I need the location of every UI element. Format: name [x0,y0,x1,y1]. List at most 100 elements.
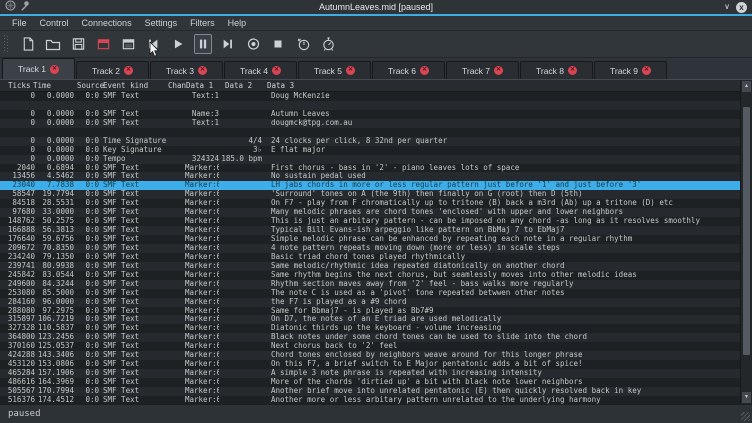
cell-time: 157.1906 [35,369,74,378]
cell-data2 [219,110,262,119]
pause-button[interactable] [194,34,212,54]
tab-close-icon[interactable]: ✕ [346,66,355,75]
table-row[interactable]: 8451828.55310:0SMF TextMarker:6On F7 - p… [0,199,740,208]
table-row[interactable]: 28808097.29750:0SMF TextMarker:6Same for… [0,307,740,316]
tab-close-icon[interactable]: ✕ [568,66,577,75]
play-button[interactable] [169,34,187,54]
tab-close-icon[interactable]: ✕ [272,66,281,75]
tab-track-8[interactable]: Track 8✕ [520,61,593,79]
tab-close-icon[interactable]: ✕ [124,66,133,75]
table-row[interactable]: 00.00000:0SMF TextText:1Doug McKenzie [0,92,740,101]
record-button[interactable] [244,34,262,54]
cell-time: 97.2975 [35,307,74,316]
close-file-red-button[interactable] [94,34,112,54]
cell-source: 0:0 [74,387,99,396]
table-row[interactable]: 505567170.79940:0SMF TextMarker:6Another… [0,387,740,396]
table-row[interactable]: 00.00000:0Key Signature3♭E flat major [0,146,740,155]
table-row-blank[interactable] [0,101,740,110]
skip-to-end-button[interactable] [219,34,237,54]
timer-button[interactable] [294,34,312,54]
table-row[interactable]: 230407.78380:0SMF TextMarker:6LH jabs ch… [0,181,740,190]
table-row[interactable]: 20967270.83500:0SMF TextMarker:64 note p… [0,244,740,253]
table-row[interactable]: 20400.68940:0SMF TextMarker:6First choru… [0,164,740,173]
tab-close-icon[interactable]: ✕ [642,66,651,75]
cell-data2 [219,181,262,190]
table-row[interactable]: 00.00000:0Time Signature4/424 clocks per… [0,137,740,146]
table-row[interactable]: 516376174.45120:0SMF TextMarker:6Another… [0,396,740,404]
tab-track-5[interactable]: Track 5✕ [298,61,371,79]
new-file-button[interactable] [19,34,37,54]
tab-track-3[interactable]: Track 3✕ [150,61,223,79]
menu-item-filters[interactable]: Filters [188,18,217,28]
tab-track-6[interactable]: Track 6✕ [372,61,445,79]
stop-button[interactable] [269,34,287,54]
cell-data3: Typical Bill Evans-ish arpeggio like pat… [267,226,740,235]
table-row[interactable]: 370160125.05370:0SMF TextMarker:6Next ch… [0,342,740,351]
table-row[interactable]: 424288143.34060:0SMF TextMarker:6Chord t… [0,351,740,360]
table-row[interactable]: 465284157.19060:0SMF TextMarker:6A simpl… [0,369,740,378]
table-row[interactable]: 9768033.00000:0SMF TextMarker:6Many melo… [0,208,740,217]
open-folder-button[interactable] [44,34,62,54]
menu-item-connections[interactable]: Connections [80,18,134,28]
chevron-down-icon[interactable]: ∨ [724,3,730,11]
table-row[interactable]: 25308085.50000:0SMF TextMarker:6The note… [0,289,740,298]
table-row[interactable]: 364800123.24560:0SMF TextMarker:6Black n… [0,333,740,342]
table-row[interactable]: 327328110.58370:0SMF TextMarker:6Diatoni… [0,324,740,333]
table-row[interactable]: 486616164.39690:0SMF TextMarker:6More of… [0,378,740,387]
stop-icon [271,36,285,52]
cell-data3: Diatonic thirds up the keyboard - volume… [267,324,740,333]
table-row[interactable]: 24584283.05440:0SMF TextMarker:6Same rhy… [0,271,740,280]
table-row[interactable]: 16688856.38130:0SMF TextMarker:6Typical … [0,226,740,235]
menu-item-help[interactable]: Help [226,18,249,28]
table-row[interactable]: 23974180.99380:0SMF TextMarker:6Same mel… [0,262,740,271]
scroll-down-button[interactable]: ▼ [742,392,751,403]
table-row[interactable]: 134564.54620:0SMF TextMarker:6No sustain… [0,172,740,181]
tab-close-icon[interactable]: ✕ [420,66,429,75]
table-row[interactable]: 14876250.25750:0SMF TextMarker:6This is … [0,217,740,226]
cell-time: 0.0000 [35,137,74,146]
toolbar-drag-handle[interactable] [4,35,8,53]
skip-to-start-button[interactable] [144,34,162,54]
record-icon [246,36,261,52]
tab-close-icon[interactable]: ✕ [198,66,207,75]
scrollbar-thumb[interactable] [743,107,750,355]
tab-track-1[interactable]: Track 1✕ [2,58,75,79]
scroll-up-button[interactable]: ▲ [742,81,751,92]
resize-grip[interactable] [741,412,750,421]
tab-close-icon[interactable]: ✕ [494,66,503,75]
tab-track-9[interactable]: Track 9✕ [594,61,667,79]
cell-time: 143.3406 [35,351,74,360]
table-row[interactable]: 315897106.72190:0SMF TextMarker:6On D7, … [0,315,740,324]
metronome-button[interactable] [319,34,337,54]
cell-chan [168,92,185,101]
close-window-button[interactable]: x [736,2,747,13]
new-file-icon [21,36,36,52]
table-row[interactable]: 23424079.13500:0SMF TextMarker:6Basic tr… [0,253,740,262]
cell-data1: Marker:6 [185,369,219,378]
table-row[interactable]: 453120153.08060:0SMF TextMarker:6On this… [0,360,740,369]
cell-ticks [0,101,35,110]
tab-close-icon[interactable]: ✕ [50,65,59,74]
table-row[interactable]: 17664059.67560:0SMF TextMarker:6Simple m… [0,235,740,244]
table-row[interactable]: 5854719.77940:0SMF TextMarker:6'Surround… [0,190,740,199]
vertical-scrollbar[interactable]: ▲ ▼ [740,80,752,404]
cell-ticks: 245842 [0,271,35,280]
table-row[interactable]: 28416096.00000:0SMF TextMarker:6the F7 i… [0,298,740,307]
tab-track-2[interactable]: Track 2✕ [76,61,149,79]
cell-ticks: 0 [0,110,35,119]
menu-item-file[interactable]: File [10,18,29,28]
event-list-window-button[interactable] [119,34,137,54]
table-row[interactable]: 00.00000:0SMF TextText:1dougmck@tpg.com.… [0,119,740,128]
menu-item-settings[interactable]: Settings [143,18,180,28]
save-button[interactable] [69,34,87,54]
table-row[interactable]: 24960084.32440:0SMF TextMarker:6Rhythm s… [0,280,740,289]
table-row-blank[interactable] [0,128,740,137]
cell-data1 [185,137,219,146]
cell-data1: Marker:6 [185,199,219,208]
tab-track-4[interactable]: Track 4✕ [224,61,297,79]
menu-item-control[interactable]: Control [38,18,71,28]
table-row[interactable]: 00.00000:0Tempo324324185.0 bpm [0,155,740,164]
cell-time: 0.0000 [35,92,74,101]
tab-track-7[interactable]: Track 7✕ [446,61,519,79]
table-row[interactable]: 00.00000:0SMF TextName:3Autumn Leaves [0,110,740,119]
